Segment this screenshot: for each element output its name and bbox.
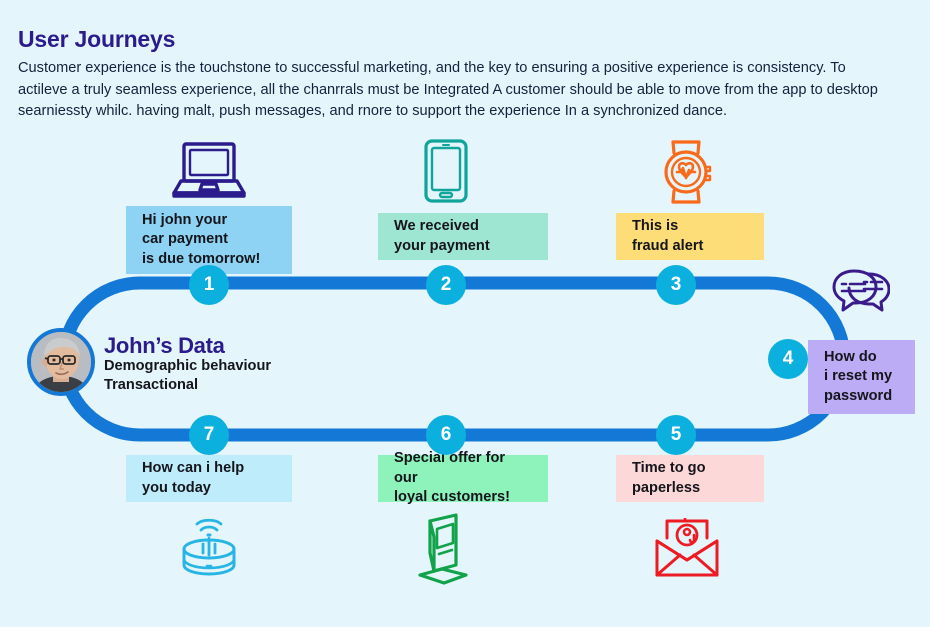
persona-name: John’s Data bbox=[104, 333, 225, 358]
laptop-icon bbox=[171, 140, 247, 205]
message-box-5: Time to go paperless bbox=[616, 455, 764, 502]
message-box-6: Special offer for our loyal customers! bbox=[378, 450, 548, 505]
journey-node-7[interactable]: 7 bbox=[189, 415, 229, 455]
kiosk-terminal-icon bbox=[410, 513, 474, 592]
journey-node-1[interactable]: 1 bbox=[189, 265, 229, 305]
message-box-4: How do i reset my password bbox=[808, 340, 915, 414]
smart-speaker-icon bbox=[175, 513, 243, 590]
journey-node-3[interactable]: 3 bbox=[656, 265, 696, 305]
journey-node-4[interactable]: 4 bbox=[768, 339, 808, 379]
message-box-3: This is fraud alert bbox=[616, 213, 764, 260]
journey-node-6[interactable]: 6 bbox=[426, 415, 466, 455]
smartwatch-icon bbox=[654, 140, 718, 209]
message-box-2: We received your payment bbox=[378, 213, 548, 260]
message-box-1: Hi john your car payment is due tomorrow… bbox=[126, 206, 292, 274]
avatar bbox=[27, 328, 95, 396]
journey-node-5[interactable]: 5 bbox=[656, 415, 696, 455]
smartphone-icon bbox=[423, 139, 469, 208]
persona-attributes: Demographic behaviour Transactional bbox=[104, 358, 272, 393]
chat-bubbles-icon bbox=[824, 268, 891, 329]
email-envelope-icon bbox=[653, 516, 721, 583]
message-box-7: How can i help you today bbox=[126, 455, 292, 502]
user-journeys-infographic: User Journeys Customer experience is the… bbox=[0, 0, 930, 627]
journey-node-2[interactable]: 2 bbox=[426, 265, 466, 305]
